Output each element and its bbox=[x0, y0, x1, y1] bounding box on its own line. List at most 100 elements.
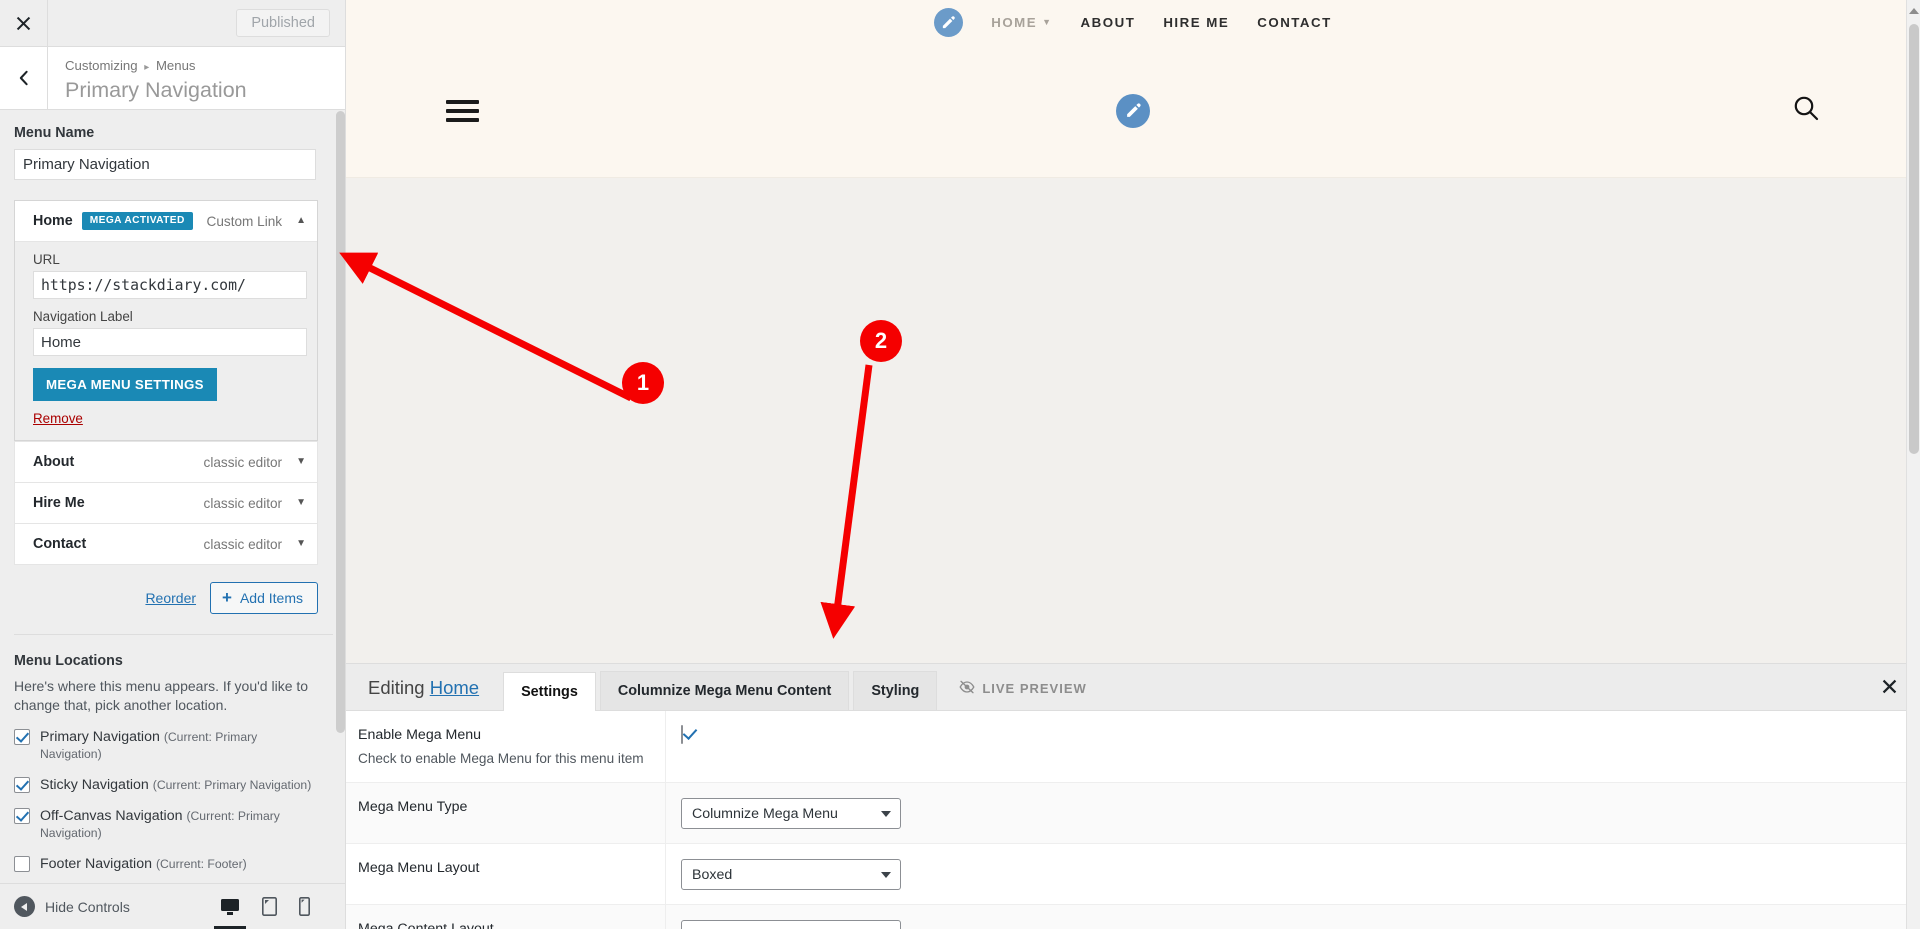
scroll-up-icon[interactable] bbox=[1907, 2, 1920, 19]
breadcrumb-root: Customizing bbox=[65, 58, 138, 73]
menu-item-title: Contact bbox=[33, 536, 87, 552]
chevron-down-icon[interactable]: ▼ bbox=[296, 498, 306, 508]
menu-item-header[interactable]: Hire Me classic editor ▼ bbox=[15, 483, 317, 523]
chevron-left-icon[interactable] bbox=[0, 47, 48, 109]
menu-item-title: Home bbox=[33, 213, 73, 229]
mega-menu-settings-content: Enable Mega Menu Check to enable Mega Me… bbox=[346, 711, 1920, 929]
chevron-up-icon[interactable]: ▲ bbox=[296, 216, 306, 226]
mega-menu-settings-button[interactable]: MEGA MENU SETTINGS bbox=[33, 368, 217, 401]
url-label: URL bbox=[33, 252, 60, 267]
setting-title: Mega Content Layout bbox=[358, 921, 494, 929]
menu-items-list: Home MEGA ACTIVATED Custom Link ▲ URL Na… bbox=[14, 200, 318, 565]
topnav-item-hire-me[interactable]: HIRE ME bbox=[1163, 15, 1229, 30]
select-mega-menu-layout[interactable]: Boxed bbox=[681, 859, 901, 890]
menu-item-header[interactable]: Home MEGA ACTIVATED Custom Link ▲ bbox=[15, 201, 317, 241]
close-icon[interactable] bbox=[1881, 678, 1898, 698]
location-name: Off-Canvas Navigation bbox=[40, 808, 183, 824]
menu-item-home: Home MEGA ACTIVATED Custom Link ▲ URL Na… bbox=[14, 200, 318, 441]
annotation-number: 1 bbox=[636, 370, 650, 395]
sidebar-scrollbar[interactable] bbox=[333, 111, 345, 894]
editing-label: Editing Home bbox=[358, 677, 503, 710]
add-items-button[interactable]: + Add Items bbox=[210, 582, 318, 614]
chevron-down-icon[interactable]: ▼ bbox=[296, 457, 306, 467]
location-current: (Current: Primary Navigation) bbox=[152, 778, 312, 792]
location-current: (Current: Footer) bbox=[155, 857, 247, 871]
menu-item-title: About bbox=[33, 454, 75, 470]
menu-locations-title: Menu Locations bbox=[14, 653, 123, 669]
select-value: Boxed bbox=[692, 866, 733, 883]
editing-target-link[interactable]: Home bbox=[430, 677, 479, 698]
reorder-link[interactable]: Reorder bbox=[145, 590, 196, 606]
menu-name-section: Menu Name Home MEGA ACTIVATED Custom Lin… bbox=[0, 111, 344, 873]
setting-label-cell: Mega Content Layout bbox=[346, 905, 666, 929]
menu-item-title: Hire Me bbox=[33, 495, 85, 511]
topnav-item-contact[interactable]: CONTACT bbox=[1257, 15, 1332, 30]
sidebar-scrollbar-thumb[interactable] bbox=[336, 111, 345, 733]
select-mega-content-layout[interactable] bbox=[681, 920, 901, 929]
search-icon[interactable] bbox=[1792, 94, 1820, 127]
live-preview-toggle[interactable]: LIVE PREVIEW bbox=[959, 679, 1086, 710]
checkbox-off-canvas-navigation[interactable] bbox=[14, 808, 30, 824]
annotation-marker-1: 1 bbox=[622, 362, 664, 404]
checkbox-enable-mega-menu[interactable] bbox=[681, 725, 683, 744]
live-preview-label: LIVE PREVIEW bbox=[982, 681, 1087, 696]
menu-item-about[interactable]: About classic editor ▼ bbox=[14, 441, 318, 482]
chevron-down-icon: ▼ bbox=[1042, 17, 1053, 27]
url-input[interactable] bbox=[33, 271, 307, 299]
menu-item-hire-me[interactable]: Hire Me classic editor ▼ bbox=[14, 482, 318, 523]
location-row-primary[interactable]: Primary Navigation (Current: Primary Nav… bbox=[14, 729, 315, 763]
select-mega-menu-type[interactable]: Columnize Mega Menu bbox=[681, 798, 901, 829]
section-divider bbox=[14, 634, 344, 635]
navigation-label-input[interactable] bbox=[33, 328, 307, 356]
menu-item-header[interactable]: About classic editor ▼ bbox=[15, 442, 317, 482]
preview-scrollbar-thumb[interactable] bbox=[1909, 24, 1919, 454]
location-label: Footer Navigation (Current: Footer) bbox=[40, 856, 247, 873]
topnav-item-about[interactable]: ABOUT bbox=[1081, 15, 1136, 30]
checkbox-footer-navigation[interactable] bbox=[14, 856, 30, 872]
menu-item-actions: Reorder + Add Items bbox=[14, 582, 318, 614]
location-row-sticky[interactable]: Sticky Navigation (Current: Primary Navi… bbox=[14, 777, 315, 794]
pencil-logo-icon[interactable] bbox=[934, 7, 964, 37]
editing-prefix: Editing bbox=[368, 677, 425, 698]
desktop-preview-icon[interactable] bbox=[214, 898, 246, 929]
published-button[interactable]: Published bbox=[236, 9, 330, 37]
hide-controls-label: Hide Controls bbox=[45, 898, 130, 915]
pencil-logo-icon[interactable] bbox=[1116, 93, 1150, 128]
mega-menu-panel: Editing Home Settings Columnize Mega Men… bbox=[346, 663, 1920, 929]
customizer-panel-header: Customizing ▸ Menus Primary Navigation bbox=[0, 47, 345, 110]
preview-scrollbar[interactable] bbox=[1906, 0, 1920, 929]
remove-link[interactable]: Remove bbox=[33, 411, 301, 426]
menu-locations-description: Here's where this menu appears. If you'd… bbox=[14, 678, 309, 713]
menu-item-header[interactable]: Contact classic editor ▼ bbox=[15, 524, 317, 564]
menu-item-type: classic editor bbox=[203, 454, 283, 470]
tab-settings[interactable]: Settings bbox=[503, 672, 596, 711]
chevron-down-icon[interactable]: ▼ bbox=[296, 539, 306, 549]
menu-item-type: classic editor bbox=[203, 536, 283, 552]
chevron-down-icon bbox=[881, 871, 891, 878]
tab-columnize-mega-menu-content[interactable]: Columnize Mega Menu Content bbox=[599, 671, 850, 710]
menu-item-type: classic editor bbox=[203, 495, 283, 511]
checkbox-sticky-navigation[interactable] bbox=[14, 777, 30, 793]
tab-styling[interactable]: Styling bbox=[853, 671, 938, 710]
mega-activated-badge: MEGA ACTIVATED bbox=[81, 212, 193, 230]
breadcrumb-current: Menus bbox=[155, 58, 196, 73]
setting-title: Mega Menu Layout bbox=[358, 860, 480, 876]
checkbox-primary-navigation[interactable] bbox=[14, 729, 30, 745]
setting-row-mega-menu-layout: Mega Menu Layout Boxed bbox=[346, 844, 1920, 905]
location-row-off-canvas[interactable]: Off-Canvas Navigation (Current: Primary … bbox=[14, 808, 315, 842]
page-title: Primary Navigation bbox=[65, 78, 247, 102]
menu-item-contact[interactable]: Contact classic editor ▼ bbox=[14, 523, 318, 565]
menu-name-input[interactable] bbox=[14, 149, 316, 180]
topnav-label: HOME bbox=[991, 14, 1038, 30]
location-name: Footer Navigation bbox=[40, 856, 152, 872]
location-name: Sticky Navigation bbox=[40, 777, 149, 793]
menu-name-label: Menu Name bbox=[14, 125, 95, 141]
setting-row-mega-menu-type: Mega Menu Type Columnize Mega Menu bbox=[346, 783, 1920, 844]
tablet-preview-icon[interactable] bbox=[262, 897, 277, 916]
location-row-footer[interactable]: Footer Navigation (Current: Footer) bbox=[14, 856, 315, 873]
close-icon[interactable] bbox=[0, 0, 48, 46]
hide-controls-button[interactable]: Hide Controls bbox=[14, 896, 130, 917]
mobile-preview-icon[interactable] bbox=[299, 897, 310, 916]
hamburger-menu-icon[interactable] bbox=[446, 95, 479, 127]
topnav-item-home[interactable]: HOME ▼ bbox=[991, 15, 1052, 30]
